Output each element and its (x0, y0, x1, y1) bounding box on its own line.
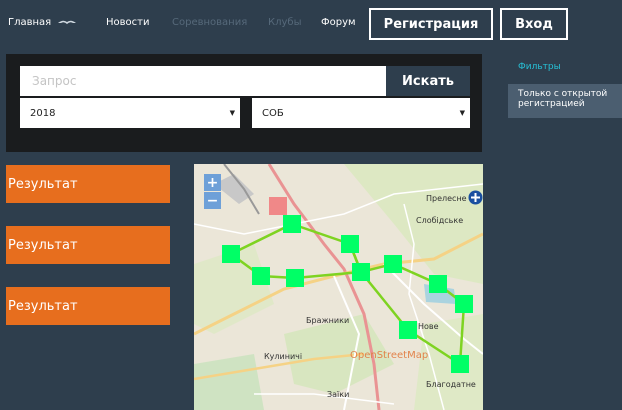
map-node[interactable] (286, 269, 304, 287)
zoom-in-button[interactable]: + (204, 174, 221, 191)
filters-panel: Фильтры Только с открытой регистрацией (508, 56, 622, 118)
nav-item-home[interactable]: Главная (8, 17, 77, 28)
result-button[interactable]: Результат (6, 287, 170, 325)
top-navigation: Главная Новости Соревнования Клубы Форум… (0, 0, 622, 46)
dropdown-arrow-icon: ▼ (459, 109, 465, 117)
map-place-label: Прелесне (426, 194, 467, 203)
map-node[interactable] (283, 215, 301, 233)
map-node[interactable] (222, 245, 240, 263)
bird-logo-icon (58, 20, 77, 24)
filters-title: Фильтры (518, 62, 561, 72)
map-place-label: Заїки (327, 390, 350, 399)
search-panel: Искать 2018 ▼ СОБ ▼ (6, 54, 482, 152)
type-select[interactable]: СОБ ▼ (252, 98, 470, 128)
map-start-node[interactable] (269, 197, 287, 215)
year-select[interactable]: 2018 ▼ (20, 98, 240, 128)
map-place-label: Слобідське (416, 216, 464, 225)
map-place-label: Благодатне (426, 380, 476, 389)
map-place-label: Нове (418, 322, 439, 331)
map-marker-icon[interactable] (468, 190, 483, 205)
nav-item-home-label: Главная (8, 17, 52, 28)
map-node[interactable] (384, 255, 402, 273)
map-place-label: Бражники (306, 316, 350, 325)
nav-item-forum[interactable]: Форум (321, 17, 356, 28)
map-node[interactable] (455, 295, 473, 313)
filter-open-registration[interactable]: Только с открытой регистрацией (508, 84, 622, 118)
zoom-out-button[interactable]: − (204, 192, 221, 209)
search-button[interactable]: Искать (386, 66, 470, 96)
year-select-value: 2018 (30, 107, 56, 119)
register-button[interactable]: Регистрация (369, 8, 493, 40)
map-node[interactable] (429, 275, 447, 293)
login-button[interactable]: Вход (500, 8, 568, 40)
map-attribution: OpenStreetMap (350, 350, 429, 361)
map-node[interactable] (399, 321, 417, 339)
map-node[interactable] (451, 355, 469, 373)
map-node[interactable] (252, 267, 270, 285)
nav-item-news[interactable]: Новости (106, 17, 149, 28)
dropdown-arrow-icon: ▼ (229, 109, 235, 117)
map-node[interactable] (341, 235, 359, 253)
map-node[interactable] (352, 263, 370, 281)
nav-item-competitions[interactable]: Соревнования (172, 17, 247, 28)
map-place-label: Кулиничі (264, 352, 303, 361)
result-button[interactable]: Результат (6, 226, 170, 264)
search-input[interactable] (20, 66, 386, 96)
nav-item-clubs[interactable]: Клубы (268, 17, 301, 28)
result-button[interactable]: Результат (6, 165, 170, 203)
map-view[interactable]: + − Прелесне Слобідське Бражники Кулинич… (194, 164, 483, 410)
type-select-value: СОБ (262, 107, 284, 119)
